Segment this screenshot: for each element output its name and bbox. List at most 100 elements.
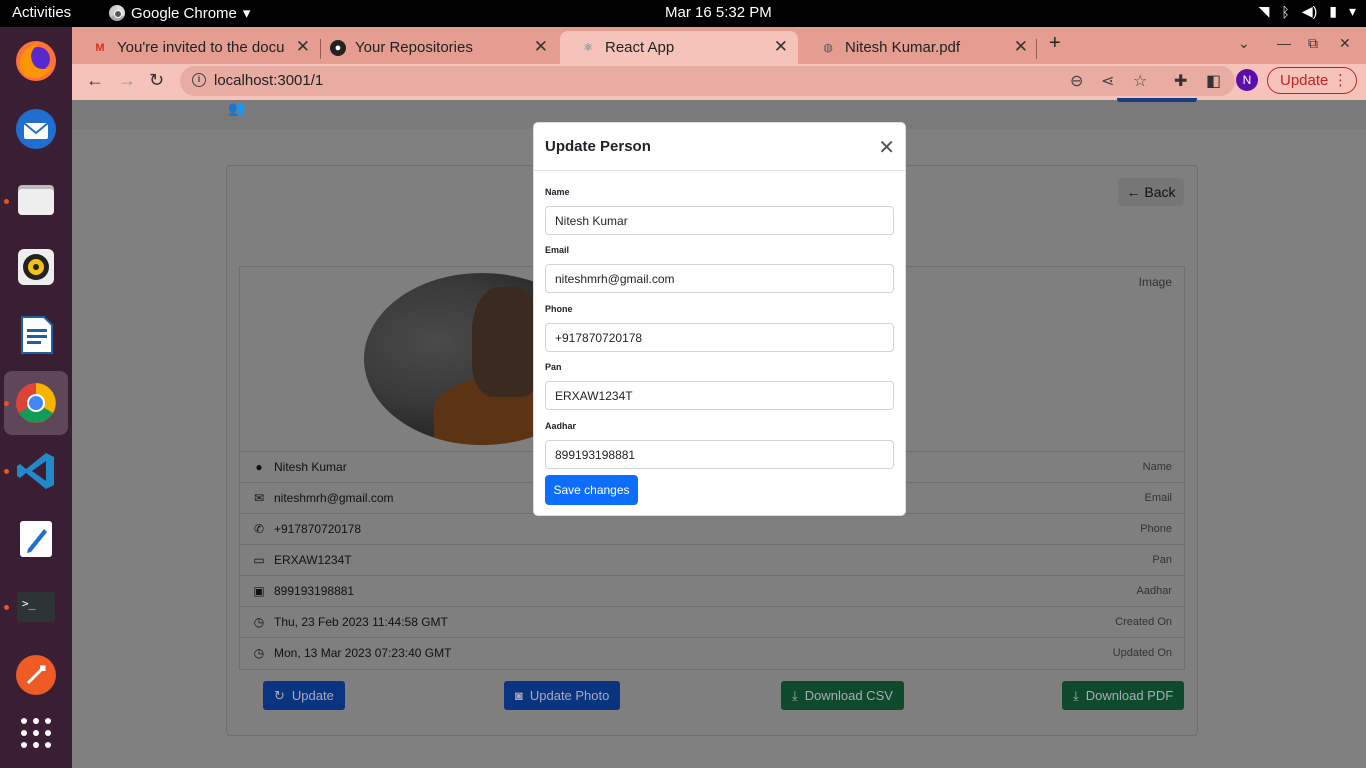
terminal-icon[interactable]: >_ <box>10 581 62 633</box>
row-value: Mon, 13 Mar 2023 07:23:40 GMT <box>274 646 452 660</box>
tab-divider <box>1036 39 1037 59</box>
image-label: Image <box>1138 275 1172 289</box>
detail-row-updated: ◷ Mon, 13 Mar 2023 07:23:40 GMT Updated … <box>240 638 1184 669</box>
detail-row-pan: ▭ ERXAW1234T Pan <box>240 545 1184 576</box>
download-csv-label: Download CSV <box>804 688 893 703</box>
save-changes-button[interactable]: Save changes <box>545 475 638 505</box>
address-bar[interactable]: i localhost:3001/1 ⊖ ⋖ ☆ <box>180 66 1235 96</box>
writer-icon[interactable] <box>10 309 62 361</box>
id-card-icon: ▣ <box>253 584 265 598</box>
site-info-icon[interactable]: i <box>192 73 206 87</box>
photo-face <box>472 287 542 397</box>
volume-icon: ◀) <box>1301 3 1318 19</box>
download-csv-button[interactable]: ⤓ Download CSV <box>781 681 904 710</box>
thunderbird-icon[interactable] <box>10 103 62 155</box>
app-name: Google Chrome <box>131 4 237 22</box>
restore-icon[interactable]: ⧉ <box>1308 35 1318 52</box>
forward-arrow-icon[interactable]: → <box>118 70 136 91</box>
react-icon: ⚛ <box>583 42 593 54</box>
profile-avatar[interactable]: N <box>1236 69 1258 91</box>
files-icon[interactable] <box>10 173 62 225</box>
close-tab-icon[interactable]: ✕ <box>296 37 310 57</box>
chrome-update-button[interactable]: Update ⋮ <box>1267 67 1357 94</box>
pan-label: Pan <box>545 362 562 372</box>
close-tab-icon[interactable]: ✕ <box>774 37 788 57</box>
camera-icon: ◙ <box>515 688 523 703</box>
side-panel-icon[interactable]: ◧ <box>1206 71 1221 91</box>
wifi-icon: ◥ <box>1258 3 1270 19</box>
activities-button[interactable]: Activities <box>12 4 71 21</box>
back-arrow-icon[interactable]: ← <box>86 70 104 91</box>
navbar-button[interactable] <box>1117 98 1197 102</box>
tab-pdf[interactable]: ◍ Nitesh Kumar.pdf ✕ <box>800 31 1038 64</box>
row-value: Nitesh Kumar <box>274 460 347 474</box>
minimize-icon[interactable]: — <box>1277 35 1291 51</box>
clock-icon: ◷ <box>253 646 265 660</box>
tab-title: Nitesh Kumar.pdf <box>845 39 961 56</box>
close-icon[interactable]: ✕ <box>878 135 895 160</box>
browser-toolbar: ← → ↻ i localhost:3001/1 ⊖ ⋖ ☆ ✚ ◧ N Upd… <box>72 64 1366 100</box>
caret-down-icon: ▾ <box>242 5 251 22</box>
tab-gmail[interactable]: M You're invited to the docu ✕ <box>72 31 320 64</box>
row-value: niteshmrh@gmail.com <box>274 491 394 505</box>
chevron-down-icon: ▾ <box>1348 3 1356 19</box>
share-icon[interactable]: ⋖ <box>1101 71 1114 91</box>
new-tab-icon[interactable]: + <box>1049 32 1061 55</box>
row-value: 899193198881 <box>274 584 355 598</box>
tab-search-icon[interactable]: ⌄ <box>1238 35 1250 52</box>
url-text[interactable]: localhost:3001/1 <box>214 72 323 89</box>
close-window-icon[interactable]: ✕ <box>1339 35 1351 52</box>
people-logo-icon[interactable]: 👥 <box>228 100 245 117</box>
refresh-icon: ↻ <box>274 688 285 703</box>
text-editor-icon[interactable] <box>10 513 62 565</box>
download-pdf-label: Download PDF <box>1085 688 1174 703</box>
back-button[interactable]: ← Back <box>1118 178 1184 206</box>
chrome-icon <box>109 5 125 21</box>
email-field[interactable] <box>545 264 894 293</box>
row-value: ERXAW1234T <box>274 553 352 567</box>
row-label: Phone <box>1140 523 1172 535</box>
close-tab-icon[interactable]: ✕ <box>534 37 548 57</box>
extensions-icon[interactable]: ✚ <box>1174 71 1187 91</box>
reload-icon[interactable]: ↻ <box>149 70 164 91</box>
update-photo-label: Update Photo <box>529 688 610 703</box>
show-apps-icon[interactable] <box>10 707 62 759</box>
system-tray[interactable]: ◥ ᛒ ◀) ▮ ▾ <box>1259 3 1356 20</box>
postman-icon[interactable] <box>10 649 62 701</box>
vscode-icon[interactable] <box>10 445 62 497</box>
pan-field[interactable] <box>545 381 894 410</box>
aadhar-field[interactable] <box>545 440 894 469</box>
modal-header: Update Person ✕ <box>534 123 905 171</box>
chrome-dock-icon[interactable] <box>4 371 68 435</box>
back-arrow-icon: ← <box>1126 184 1141 200</box>
svg-text:>_: >_ <box>22 597 36 610</box>
rhythmbox-icon[interactable] <box>10 241 62 293</box>
download-pdf-button[interactable]: ⤓ Download PDF <box>1062 681 1185 710</box>
row-value: Thu, 23 Feb 2023 11:44:58 GMT <box>274 615 448 629</box>
aadhar-label: Aadhar <box>545 421 577 431</box>
close-tab-icon[interactable]: ✕ <box>1014 37 1028 57</box>
firefox-icon[interactable] <box>10 35 62 87</box>
app-menu[interactable]: Google Chrome ▾ <box>109 4 250 22</box>
phone-label: Phone <box>545 304 573 314</box>
detail-row-created: ◷ Thu, 23 Feb 2023 11:44:58 GMT Created … <box>240 607 1184 638</box>
phone-field[interactable] <box>545 323 894 352</box>
dock: >_ <box>0 27 72 768</box>
update-button[interactable]: ↻ Update <box>263 681 345 710</box>
running-indicator <box>4 469 9 474</box>
phone-icon: ✆ <box>253 522 265 536</box>
tab-github[interactable]: ● Your Repositories ✕ <box>310 31 558 64</box>
row-label: Email <box>1144 492 1172 504</box>
mail-icon: ✉ <box>253 491 265 505</box>
clock[interactable]: Mar 16 5:32 PM <box>665 4 772 21</box>
tab-react-app[interactable]: ⚛ React App ✕ <box>560 31 798 64</box>
name-field[interactable] <box>545 206 894 235</box>
row-label: Updated On <box>1112 647 1172 659</box>
person-icon: ● <box>255 460 263 474</box>
bookmark-star-icon[interactable]: ☆ <box>1133 71 1147 91</box>
update-photo-button[interactable]: ◙ Update Photo <box>504 681 621 710</box>
row-label: Aadhar <box>1136 585 1172 597</box>
zoom-icon[interactable]: ⊖ <box>1070 71 1083 91</box>
clock-icon: ◷ <box>253 615 265 629</box>
detail-row-phone: ✆ +917870720178 Phone <box>240 514 1184 545</box>
